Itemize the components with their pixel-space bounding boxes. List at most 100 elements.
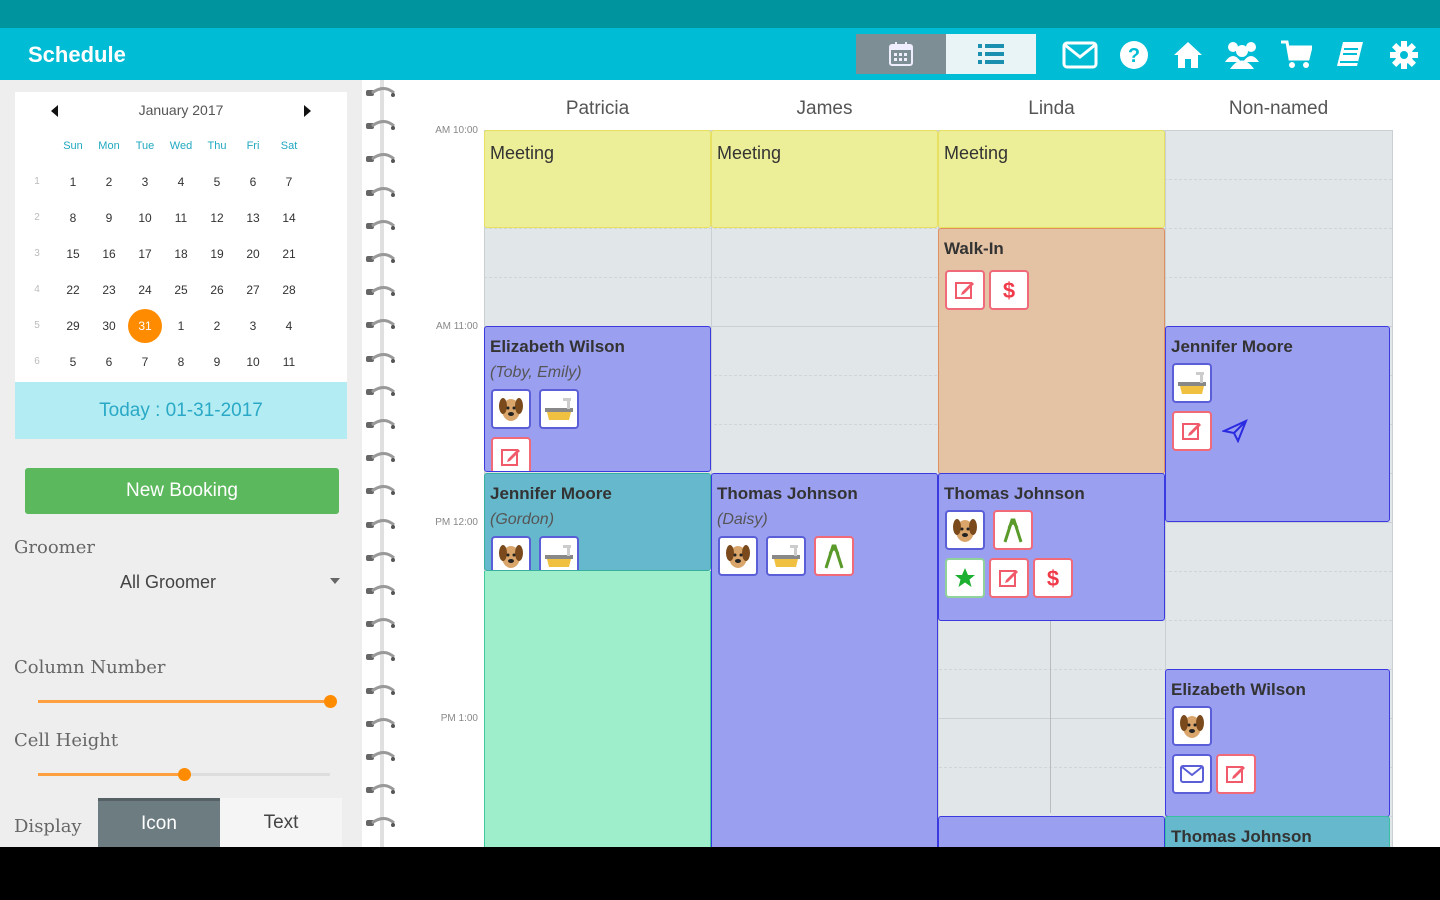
calendar-day[interactable]: 16 [91, 236, 127, 272]
calendar-day-selected[interactable]: 31 [127, 308, 163, 344]
calendar-day[interactable]: 11 [271, 344, 307, 380]
clients-button[interactable] [1224, 38, 1260, 72]
payment-button[interactable]: $ [1033, 558, 1073, 598]
calendar-day[interactable]: 23 [91, 272, 127, 308]
home-button[interactable] [1170, 38, 1206, 72]
calendar-view-button[interactable] [856, 34, 946, 74]
calendar-day[interactable]: 8 [55, 200, 91, 236]
calendar-day[interactable]: 25 [163, 272, 199, 308]
pet-button[interactable] [718, 536, 758, 576]
calendar-day[interactable]: 18 [163, 236, 199, 272]
edit-button[interactable] [491, 437, 531, 471]
calendar-day[interactable]: 7 [271, 164, 307, 200]
slider-thumb[interactable] [324, 695, 337, 708]
column-header-non-named[interactable]: Non-named [1165, 98, 1392, 122]
calendar-day[interactable]: 20 [235, 236, 271, 272]
calendar-day[interactable]: 4 [163, 164, 199, 200]
calendar-day[interactable]: 5 [55, 344, 91, 380]
display-text-option[interactable]: Text [220, 798, 342, 847]
calendar-day[interactable]: 15 [55, 236, 91, 272]
calendar-day[interactable]: 14 [271, 200, 307, 236]
calendar-day[interactable]: 26 [199, 272, 235, 308]
spiral-ring [366, 817, 396, 828]
calendar-day[interactable]: 8 [163, 344, 199, 380]
help-button[interactable]: ? [1116, 38, 1152, 72]
calendar-day[interactable]: 10 [235, 344, 271, 380]
calendar-day[interactable]: 29 [55, 308, 91, 344]
edit-button[interactable] [989, 558, 1029, 598]
appointment-block[interactable]: Elizabeth Wilson (Toby, Emily) [484, 326, 711, 472]
settings-button[interactable] [1386, 38, 1422, 72]
calendar-day[interactable]: 9 [91, 200, 127, 236]
calendar-day[interactable]: 6 [91, 344, 127, 380]
appointment-block[interactable]: Thomas Johnson $ [938, 473, 1165, 621]
star-button[interactable] [945, 558, 985, 598]
calendar-day[interactable]: 7 [127, 344, 163, 380]
today-label[interactable]: Today : 01-31-2017 [15, 382, 347, 439]
calendar-day[interactable]: 10 [127, 200, 163, 236]
calendar-day[interactable]: 19 [199, 236, 235, 272]
grooming-button[interactable] [814, 536, 854, 576]
calendar-day[interactable]: 9 [199, 344, 235, 380]
pet-button[interactable] [1172, 706, 1212, 746]
edit-button[interactable] [945, 270, 985, 310]
pet-button[interactable] [945, 510, 985, 550]
bath-button[interactable] [539, 389, 579, 429]
cart-button[interactable] [1278, 38, 1314, 72]
grooming-button[interactable] [993, 510, 1033, 550]
calendar-day[interactable]: 4 [271, 308, 307, 344]
calendar-day[interactable]: 3 [235, 308, 271, 344]
email-button[interactable] [1172, 754, 1212, 794]
walkin-block[interactable]: Walk-In $ [938, 228, 1165, 474]
appointment-block[interactable]: Jennifer Moore (Gordon) [484, 473, 711, 571]
calendar-day[interactable]: 24 [127, 272, 163, 308]
appointment-block[interactable]: Jennifer Moore [1165, 326, 1390, 522]
calendar-day[interactable]: 6 [235, 164, 271, 200]
list-view-button[interactable] [946, 34, 1036, 74]
calendar-day[interactable]: 22 [55, 272, 91, 308]
calendar-day[interactable]: 27 [235, 272, 271, 308]
calendar-day[interactable]: 2 [91, 164, 127, 200]
display-icon-option[interactable]: Icon [98, 798, 220, 847]
column-number-slider[interactable] [38, 691, 337, 711]
cell-height-slider[interactable] [38, 764, 330, 784]
calendar-day[interactable]: 1 [163, 308, 199, 344]
meeting-block[interactable]: Meeting [711, 130, 938, 228]
calendar-day[interactable]: 13 [235, 200, 271, 236]
appointment-block[interactable]: Elizabeth Wilson [1165, 669, 1390, 817]
pet-button[interactable] [491, 389, 531, 429]
column-header-james[interactable]: James [711, 98, 938, 122]
column-header-patricia[interactable]: Patricia [484, 98, 711, 122]
meeting-block[interactable]: Meeting [484, 130, 711, 228]
new-booking-button[interactable]: New Booking [25, 468, 339, 514]
calendar-day[interactable]: 1 [55, 164, 91, 200]
calendar-day[interactable]: 21 [271, 236, 307, 272]
calendar-day[interactable]: 30 [91, 308, 127, 344]
meeting-block[interactable]: Meeting [938, 130, 1165, 228]
bath-button[interactable] [766, 536, 806, 576]
calendar-day[interactable]: 11 [163, 200, 199, 236]
appointment-block[interactable] [484, 571, 711, 847]
send-icon[interactable] [1222, 419, 1248, 443]
column-header-linda[interactable]: Linda [938, 98, 1165, 122]
pet-button[interactable] [491, 536, 531, 570]
calendar-day[interactable]: 5 [199, 164, 235, 200]
edit-button[interactable] [1216, 754, 1256, 794]
appointment-block[interactable]: Thomas Johnson (Daisy) [711, 473, 938, 847]
mail-button[interactable] [1062, 38, 1098, 72]
bath-button[interactable] [1172, 363, 1212, 403]
bath-button[interactable] [539, 536, 579, 570]
appointment-block[interactable] [938, 816, 1165, 847]
payment-button[interactable]: $ [989, 270, 1029, 310]
calendar-day[interactable]: 2 [199, 308, 235, 344]
appointment-block[interactable]: Thomas Johnson [1165, 816, 1390, 847]
calendar-day[interactable]: 12 [199, 200, 235, 236]
book-button[interactable] [1332, 38, 1368, 72]
calendar-day[interactable]: 3 [127, 164, 163, 200]
edit-button[interactable] [1172, 411, 1212, 451]
calendar-day[interactable]: 28 [271, 272, 307, 308]
groomer-select[interactable]: All Groomer [40, 570, 350, 598]
calendar-day[interactable]: 17 [127, 236, 163, 272]
next-month-icon[interactable] [297, 101, 317, 121]
slider-thumb[interactable] [178, 768, 191, 781]
